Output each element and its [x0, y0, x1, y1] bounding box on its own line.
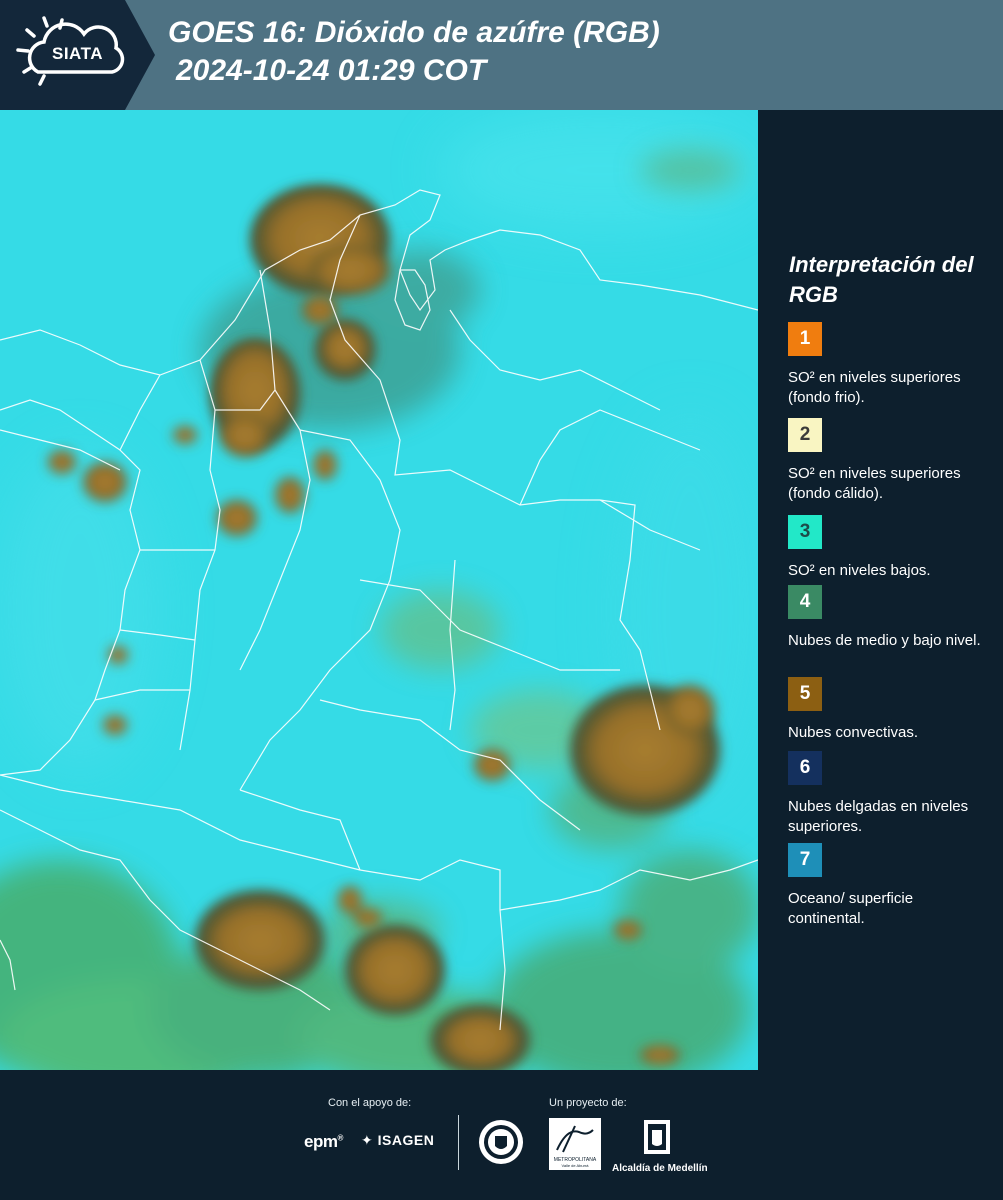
timestamp: 2024-10-24 01:29 COT: [176, 54, 487, 87]
legend-panel: Interpretación del RGB 1 SO² en niveles …: [758, 110, 1003, 1070]
legend-swatch-1: 1: [788, 322, 822, 356]
epm-logo: epm®: [304, 1132, 343, 1151]
legend-number: 1: [799, 328, 811, 349]
legend-label: Nubes convectivas.: [788, 724, 919, 741]
legend-item-2: 2 SO² en niveles superiores (fondo cálid…: [788, 418, 988, 504]
legend-label: SO² en niveles superiores (fondo cálido)…: [788, 465, 961, 502]
legend-swatch-7: 7: [788, 843, 822, 877]
isagen-star-icon: ✦: [361, 1132, 374, 1148]
legend-label: SO² en niveles bajos.: [788, 562, 931, 579]
footer: Con el apoyo de: Un proyecto de: epm® ✦ …: [0, 1070, 1003, 1200]
header-bar: SIATA GOES 16: Dióxido de azúfre (RGB) 2…: [0, 0, 1003, 110]
legend-number: 4: [799, 591, 811, 612]
alcaldia-crest-icon: [644, 1120, 670, 1154]
legend-item-5: 5 Nubes convectivas.: [788, 677, 988, 743]
legend-number: 2: [799, 424, 811, 445]
legend-number: 3: [799, 521, 811, 542]
page-title: GOES 16: Dióxido de azúfre (RGB): [168, 16, 660, 49]
area-sub-label: Valle de Aburrá: [561, 1163, 589, 1168]
satellite-map: [0, 110, 758, 1070]
isagen-logo-text: ISAGEN: [377, 1132, 435, 1148]
isagen-logo: ✦ ISAGEN: [361, 1132, 434, 1149]
project-label: Un proyecto de:: [549, 1097, 627, 1109]
legend-label: SO² en niveles superiores (fondo frio).: [788, 369, 961, 406]
legend-title: Interpretación del RGB: [789, 252, 974, 307]
epm-logo-text: epm: [304, 1132, 338, 1151]
area-metropolitana-logo: METROPOLITANA Valle de Aburrá: [549, 1118, 601, 1175]
legend-label: Nubes delgadas en niveles superiores.: [788, 798, 969, 835]
legend-label: Oceano/ superficie continental.: [788, 890, 914, 927]
footer-divider: [458, 1115, 459, 1170]
alcaldia-logo: Alcaldía de Medellín: [612, 1118, 708, 1174]
legend-number: 5: [799, 683, 811, 704]
legend-swatch-3: 3: [788, 515, 822, 549]
legend-number: 7: [799, 849, 811, 870]
legend-item-3: 3 SO² en niveles bajos.: [788, 515, 988, 581]
medellin-seal-icon: [477, 1118, 525, 1171]
legend-item-4: 4 Nubes de medio y bajo nivel.: [788, 585, 988, 651]
legend-swatch-2: 2: [788, 418, 822, 452]
legend-item-1: 1 SO² en niveles superiores (fondo frio)…: [788, 322, 988, 408]
legend-swatch-4: 4: [788, 585, 822, 619]
support-label: Con el apoyo de:: [328, 1097, 412, 1109]
legend-label: Nubes de medio y bajo nivel.: [788, 632, 981, 649]
legend-swatch-6: 6: [788, 751, 822, 785]
legend-swatch-5: 5: [788, 677, 822, 711]
legend-item-7: 7 Oceano/ superficie continental.: [788, 843, 988, 929]
siata-logo: SIATA: [0, 0, 155, 110]
legend-number: 6: [799, 757, 811, 778]
legend-item-6: 6 Nubes delgadas en niveles superiores.: [788, 751, 988, 837]
alcaldia-text: Alcaldía de Medellín: [612, 1163, 708, 1174]
siata-logo-text: SIATA: [52, 44, 103, 63]
